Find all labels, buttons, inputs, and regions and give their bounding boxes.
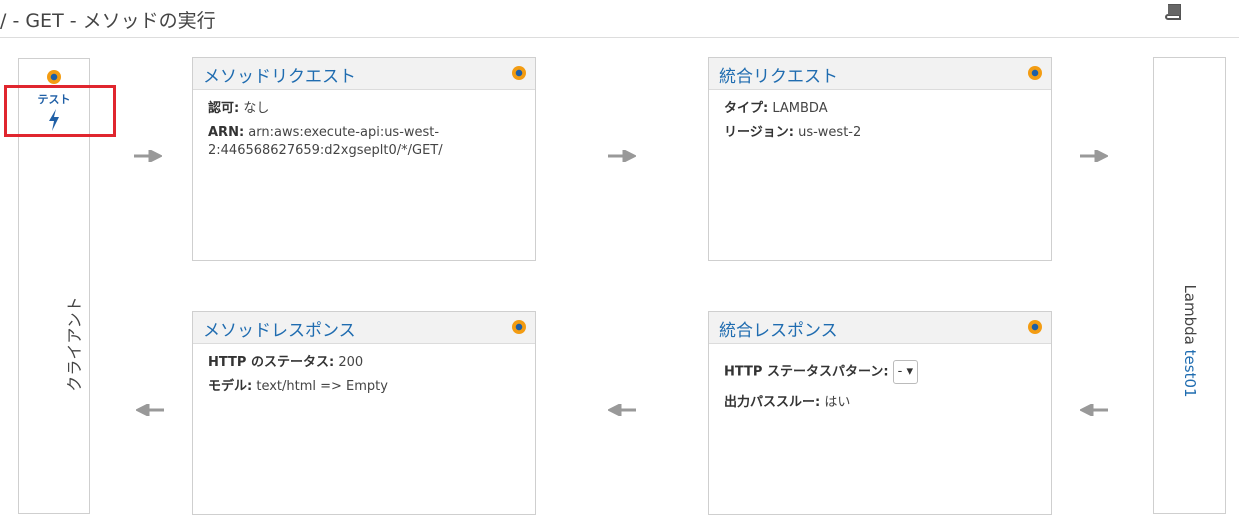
status-pattern-select[interactable]: - ▾ [892,360,919,384]
auth-value: なし [243,101,270,116]
arrow-right-icon [134,150,162,162]
region-value: us-west-2 [798,125,862,140]
integration-request-box: 統合リクエスト タイプ: LAMBDA リージョン: us-west-2 [708,57,1052,261]
passthrough-key: 出力パススルー: [724,395,821,410]
type-row: タイプ: LAMBDA [724,100,1036,118]
integration-response-header: 統合レスポンス [709,312,1051,344]
status-pattern-value: - [897,364,903,379]
lambda-function-link[interactable]: test01 [1181,350,1199,398]
client-status-icon [47,70,61,84]
client-label: クライアント [65,296,84,392]
type-value: LAMBDA [772,101,828,116]
test-button-label: テスト [37,93,71,106]
integration-request-header: 統合リクエスト [709,58,1051,90]
status-row: HTTP のステータス: 200 [208,354,520,372]
page-title: / - GET - メソッドの実行 [0,10,216,32]
passthrough-row: 出力パススルー: はい [724,394,1036,412]
lambda-prefix: Lambda [1181,284,1199,345]
integration-response-title[interactable]: 統合レスポンス [719,316,838,341]
model-value: text/html => Empty [256,379,388,394]
arrow-left-icon [608,404,636,416]
chevron-down-icon: ▾ [906,364,914,379]
method-response-title[interactable]: メソッドレスポンス [203,316,356,341]
client-panel: テスト クライアント [18,58,90,514]
method-request-box: メソッドリクエスト 認可: なし ARN: arn:aws:execute-ap… [192,57,536,261]
arn-row: ARN: arn:aws:execute-api:us-west- 2:4465… [208,124,520,160]
integration-response-box: 統合レスポンス HTTP ステータスパターン: - ▾ 出力パススルー: はい [708,311,1052,515]
status-value: 200 [338,355,364,370]
auth-key: 認可: [208,101,240,116]
lambda-label: Lambda test01 [1181,284,1199,397]
lightning-icon [49,109,59,131]
arrow-right-icon [608,150,636,162]
arrow-left-icon [136,404,164,416]
method-request-title[interactable]: メソッドリクエスト [203,62,356,87]
test-button[interactable]: テスト [23,87,85,135]
arn-key: ARN: [208,125,245,140]
pattern-row: HTTP ステータスパターン: - ▾ [724,360,1036,384]
arrow-left-icon [1080,404,1108,416]
passthrough-value: はい [824,395,851,410]
book-icon[interactable] [1163,2,1185,24]
type-key: タイプ: [724,101,769,116]
model-row: モデル: text/html => Empty [208,378,520,396]
arrow-right-icon [1080,150,1108,162]
pattern-key: HTTP ステータスパターン: [724,364,889,380]
method-response-box: メソッドレスポンス HTTP のステータス: 200 モデル: text/htm… [192,311,536,515]
region-key: リージョン: [724,125,794,140]
method-request-header: メソッドリクエスト [193,58,535,90]
region-row: リージョン: us-west-2 [724,124,1036,142]
title-divider [0,37,1239,38]
method-request-status-icon [512,66,526,80]
integration-response-status-icon [1028,320,1042,334]
integration-request-title[interactable]: 統合リクエスト [719,62,838,87]
lambda-panel: Lambda test01 [1153,57,1226,514]
status-key: HTTP のステータス: [208,355,335,370]
model-key: モデル: [208,379,253,394]
auth-row: 認可: なし [208,100,520,118]
arn-value-line1: arn:aws:execute-api:us-west- [248,125,440,140]
integration-request-status-icon [1028,66,1042,80]
method-response-header: メソッドレスポンス [193,312,535,344]
arn-value-line2: 2:446568627659:d2xgseplt0/*/GET/ [208,143,443,158]
method-response-status-icon [512,320,526,334]
